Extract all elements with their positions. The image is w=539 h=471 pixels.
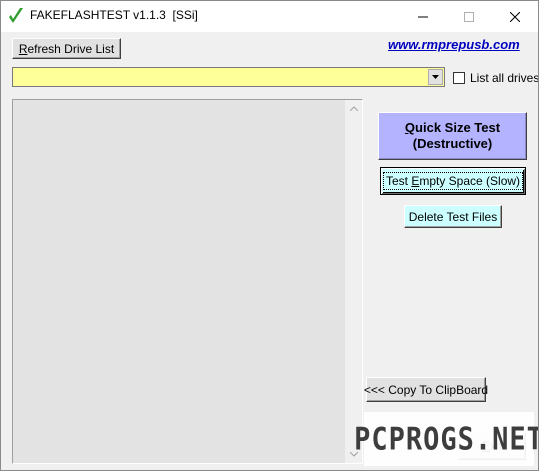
title-bar[interactable]: FAKEFLASHTEST v1.1.3 [SSi] <box>1 1 538 32</box>
window-title: FAKEFLASHTEST v1.1.3 [SSi] <box>30 8 198 22</box>
close-icon <box>510 11 520 22</box>
refresh-drive-list-button[interactable]: Refresh Drive List <box>12 38 121 59</box>
log-scrollbar[interactable] <box>345 100 362 463</box>
watermark: PCPROGS.NET <box>354 412 538 466</box>
app-window: FAKEFLASHTEST v1.1.3 [SSi] Refresh Drive… <box>0 0 539 471</box>
list-all-drives-checkbox[interactable] <box>453 72 465 84</box>
quick-test-line1: Quick Size Test <box>404 120 501 135</box>
dropdown-arrow-icon <box>432 75 439 79</box>
minimize-icon <box>418 16 428 17</box>
quick-size-test-button[interactable]: Quick Size Test (Destructive) <box>378 112 527 160</box>
copy-to-clipboard-button[interactable]: <<< Copy To ClipBoard <box>363 377 489 402</box>
close-button[interactable] <box>492 1 538 32</box>
delete-test-files-button[interactable]: Delete Test Files <box>404 205 502 228</box>
drive-select-dropdown-button[interactable] <box>428 69 443 85</box>
quick-test-line2: (Destructive) <box>412 136 493 151</box>
list-all-drives-label[interactable]: List all drives <box>470 71 538 85</box>
maximize-icon <box>464 11 474 22</box>
test-empty-space-label: Test Empty Space (Slow) <box>382 172 524 190</box>
test-empty-space-button[interactable]: Test Empty Space (Slow) <box>380 167 526 195</box>
delete-test-files-label: Delete Test Files <box>408 209 498 224</box>
scroll-up-icon <box>349 106 358 111</box>
website-link[interactable]: www.rmprepusb.com <box>388 37 520 52</box>
watermark-text: PCPROGS.NET <box>354 421 539 457</box>
copy-to-clipboard-label: <<< Copy To ClipBoard <box>363 382 489 397</box>
minimize-button[interactable] <box>400 1 446 32</box>
refresh-button-label: Refresh Drive List <box>18 41 115 56</box>
scroll-up-button[interactable] <box>345 100 362 117</box>
log-output-area[interactable] <box>12 99 363 464</box>
maximize-button[interactable] <box>446 1 492 32</box>
checkmark-icon <box>9 8 23 23</box>
drive-select[interactable] <box>12 67 445 87</box>
